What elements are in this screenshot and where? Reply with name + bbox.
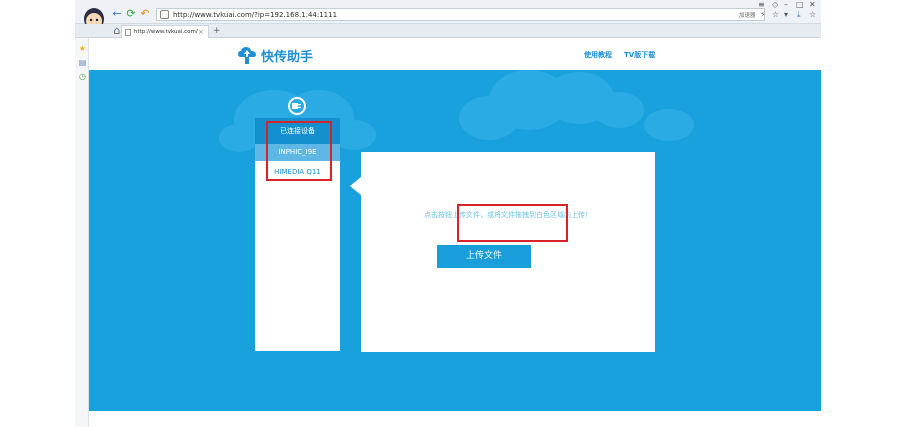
tab-close-icon[interactable]: × [198,26,204,38]
side-toolbar: ★ ▤ ◷ [75,38,89,427]
back-icon[interactable]: ← [111,8,123,20]
undo-icon[interactable]: ↶ [139,8,151,20]
favorites-icon[interactable]: ★ [78,44,87,53]
minimize-icon[interactable]: – [784,0,788,9]
upload-file-button[interactable]: 上传文件 [437,245,531,268]
download-icon[interactable]: ⤓ [797,10,801,19]
security-icon [160,10,169,19]
shield-icon[interactable]: ◇ [772,0,778,9]
site-header: 快传助手 使用教程 TV版下载 [89,38,821,70]
web-page: 快传助手 使用教程 TV版下载 已连接设备 INPHIC_I9E HIMEDIA… [89,38,821,411]
history-icon[interactable]: ◷ [78,72,87,81]
new-tab-icon[interactable]: + [213,25,221,37]
address-bar[interactable]: http://www.tvkuai.com/?ip=192.168.1.44:1… [156,8,765,21]
close-icon[interactable]: ✕ [809,0,816,9]
chevron-down-icon[interactable]: ▾ [784,10,788,19]
nav-tutorial-link[interactable]: 使用教程 [584,50,612,60]
maximize-icon[interactable]: □ [796,0,804,9]
upload-button-highlight [457,204,568,242]
connect-plug-icon [288,97,306,115]
cloud-logo-icon[interactable] [237,45,257,65]
nav-tv-download-link[interactable]: TV版下载 [624,50,655,60]
tab-tvkuai[interactable]: http://www.tvkuai.com/ × [121,25,209,38]
upload-drop-zone[interactable]: 点击按钮上传文件，或将文件拖拽到白色区域内上传！ 上传文件 [361,152,655,352]
browser-toolbar: ← ⟳ ↶ http://www.tvkuai.com/?ip=192.168.… [75,0,821,30]
menu-icon[interactable]: ≡ [758,0,765,9]
card-pointer [350,177,361,195]
address-url[interactable]: http://www.tvkuai.com/?ip=192.168.1.44:1… [173,9,337,21]
device-list-highlight [266,121,332,181]
tab-title: http://www.tvkuai.com/ [134,29,198,35]
star-icon[interactable]: ☆ [772,10,779,19]
page-icon [125,29,131,36]
browser-window: ← ⟳ ↶ http://www.tvkuai.com/?ip=192.168.… [75,0,821,427]
tab-bar: ⌂ http://www.tvkuai.com/ × + [75,24,821,38]
lightning-icon[interactable]: ⚡ [760,10,766,19]
site-logo-text[interactable]: 快传助手 [261,46,313,65]
star-icon[interactable]: ☆ [809,10,816,19]
reading-list-icon[interactable]: ▤ [78,58,87,67]
upload-area: 已连接设备 INPHIC_I9E HIMEDIA Q11 点击按钮上传文件，或将… [89,70,821,411]
refresh-icon[interactable]: ⟳ [125,8,137,20]
accelerator-label[interactable]: 加速器 [739,11,756,19]
